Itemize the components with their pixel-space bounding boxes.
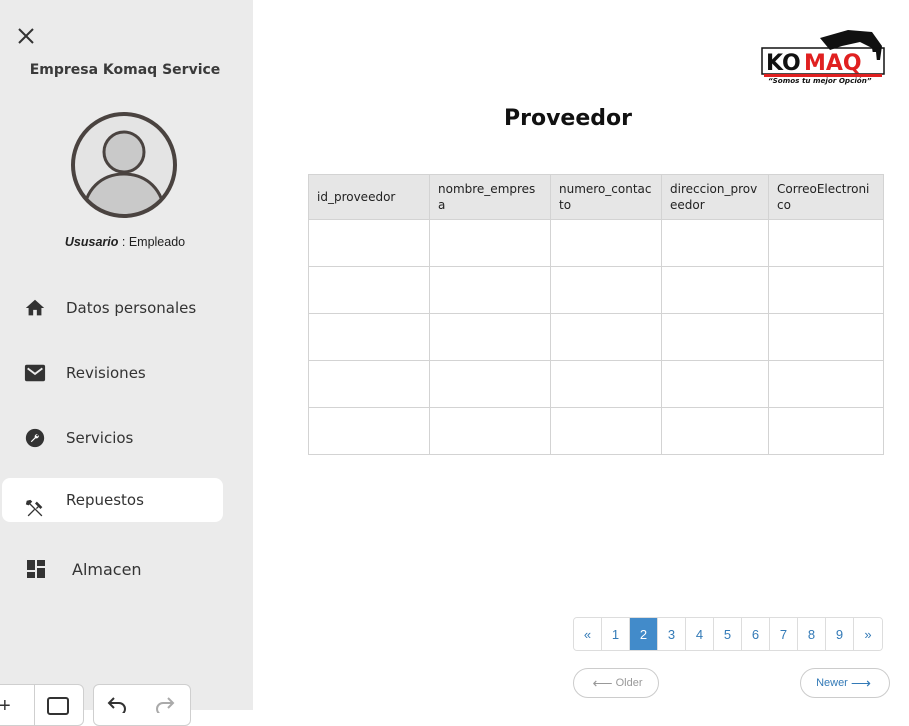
table-cell (550, 360, 662, 408)
table-cell (429, 407, 551, 455)
user-separator: : (118, 235, 129, 249)
svg-text:MAQ: MAQ (804, 51, 862, 76)
user-info: Ususario : Empleado (0, 235, 250, 249)
table-cell (661, 266, 769, 314)
nav-label: Almacen (72, 559, 142, 579)
table-cell (308, 219, 430, 267)
table-row (308, 313, 884, 361)
zoom-toolbar: + (0, 684, 84, 726)
wrench-icon (24, 427, 46, 449)
nav-item-servicios[interactable]: Servicios (2, 416, 223, 460)
logo-slogan: “Somos tu mejor Opción” (768, 76, 872, 85)
redo-icon[interactable] (154, 695, 176, 718)
user-role: Ususario (64, 235, 119, 249)
table-cell (429, 360, 551, 408)
svg-text:KO: KO (766, 51, 801, 76)
table-row (308, 219, 884, 267)
page-title: Proveedor (504, 106, 632, 131)
page-link-8[interactable]: 8 (798, 618, 826, 650)
page-link-3[interactable]: 3 (658, 618, 686, 650)
table-cell (768, 266, 884, 314)
table-row (308, 266, 884, 314)
nav-item-repuestos[interactable]: Repuestos (2, 478, 223, 522)
table-cell (308, 266, 430, 314)
nav-label: Revisiones (66, 364, 146, 382)
table-cell (661, 407, 769, 455)
page-link-2[interactable]: 2 (630, 618, 658, 650)
older-button[interactable]: ⟵ Older (573, 668, 659, 698)
home-icon (24, 297, 46, 319)
older-label: Older (615, 677, 643, 689)
column-header: CorreoElectronico (768, 174, 884, 220)
plus-icon[interactable]: + (0, 695, 11, 718)
fit-screen-icon[interactable] (47, 697, 69, 720)
avatar (69, 110, 179, 220)
nav-item-almacen[interactable]: Almacen (2, 547, 223, 591)
page-link-5[interactable]: 5 (714, 618, 742, 650)
table-cell (550, 219, 662, 267)
column-header: id_proveedor (308, 174, 430, 220)
table-cell (768, 313, 884, 361)
table-cell (429, 266, 551, 314)
table-cell (661, 360, 769, 408)
table-row (308, 360, 884, 408)
pagination: « 1 2 3 4 5 6 7 8 9 » (573, 617, 883, 651)
nav-label: Datos personales (66, 299, 197, 317)
newer-label: Newer (816, 677, 848, 689)
table-header-row: id_proveedor nombre_empresa numero_conta… (308, 174, 884, 220)
page-link-6[interactable]: 6 (742, 618, 770, 650)
arrow-left-icon: ⟵ (592, 674, 613, 691)
arrow-right-icon: ⟶ (850, 674, 871, 691)
page-link-9[interactable]: 9 (826, 618, 854, 650)
pagination-next[interactable]: » (854, 618, 882, 650)
undo-icon[interactable] (106, 695, 128, 718)
table-cell (661, 219, 769, 267)
user-type: Empleado (128, 235, 186, 249)
table-cell (768, 407, 884, 455)
column-header: direccion_proveedor (661, 174, 769, 220)
table-cell (550, 313, 662, 361)
table-cell (429, 313, 551, 361)
table-cell (768, 219, 884, 267)
close-icon[interactable] (14, 24, 38, 48)
page-link-1[interactable]: 1 (602, 618, 630, 650)
nav-item-datos-personales[interactable]: Datos personales (2, 286, 223, 330)
pagination-prev[interactable]: « (574, 618, 602, 650)
proveedor-table: id_proveedor nombre_empresa numero_conta… (308, 174, 884, 455)
table-row (308, 407, 884, 455)
page-link-7[interactable]: 7 (770, 618, 798, 650)
column-header: nombre_empresa (429, 174, 551, 220)
table-cell (550, 407, 662, 455)
komaq-logo: KO MAQ “Somos tu mejor Opción” (760, 20, 888, 96)
toolbar-divider (34, 685, 35, 725)
page-link-4[interactable]: 4 (686, 618, 714, 650)
mail-icon (24, 362, 46, 384)
column-header: numero_contacto (550, 174, 662, 220)
table-cell (661, 313, 769, 361)
table-cell (429, 219, 551, 267)
sidebar: Empresa Komaq Service Ususario : Emplead… (0, 0, 253, 726)
dashboard-icon (25, 558, 47, 580)
table-cell (308, 313, 430, 361)
table-cell (308, 360, 430, 408)
nav-label: Servicios (66, 429, 134, 447)
table-cell (768, 360, 884, 408)
nav-label: Repuestos (66, 491, 144, 509)
company-name: Empresa Komaq Service (29, 62, 221, 78)
tools-icon (24, 498, 46, 520)
nav-item-revisiones[interactable]: Revisiones (2, 351, 223, 395)
history-toolbar (93, 684, 191, 726)
table-cell (308, 407, 430, 455)
table-cell (550, 266, 662, 314)
newer-button[interactable]: Newer ⟶ (800, 668, 890, 698)
